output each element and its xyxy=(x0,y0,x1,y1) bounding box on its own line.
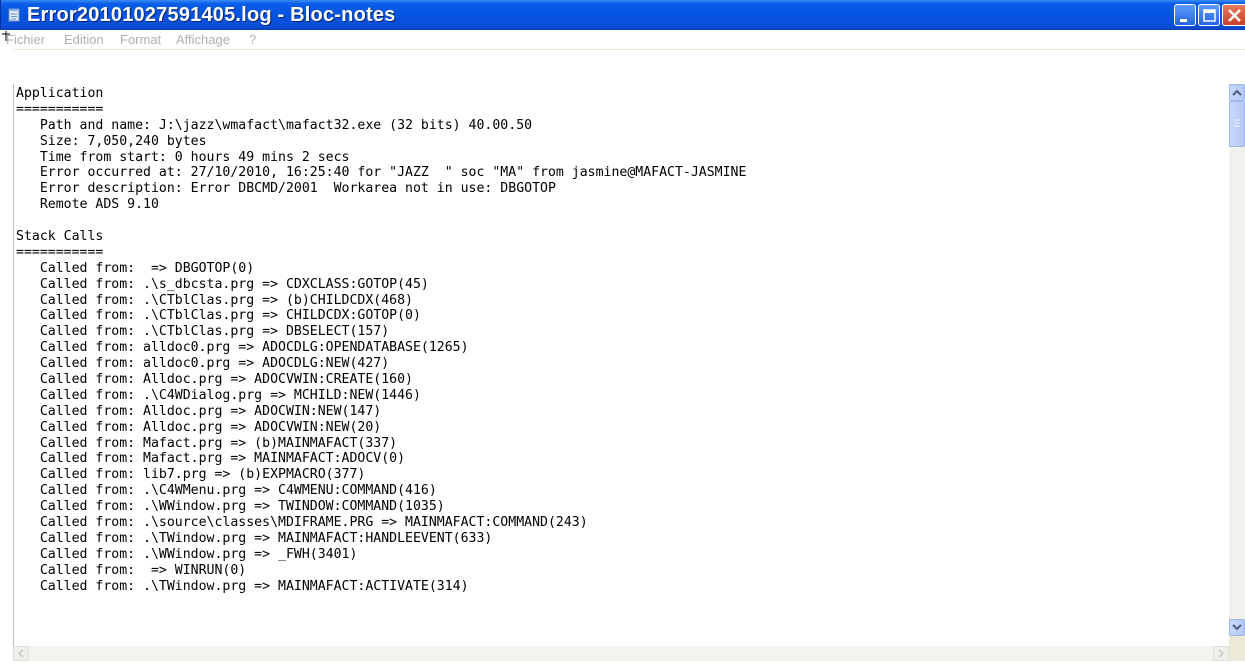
scroll-down-button[interactable] xyxy=(1229,619,1245,636)
menu-format[interactable]: Format xyxy=(120,32,161,47)
close-button[interactable] xyxy=(1222,4,1245,26)
editor-line: Called from: .\TWindow.prg => MAINMAFACT… xyxy=(16,530,493,546)
editor-line: Called from: alldoc0.prg => ADOCDLG:NEW(… xyxy=(16,356,390,372)
editor-line: Error occurred at: 27/10/2010, 16:25:40 … xyxy=(16,165,747,181)
editor-line: =========== xyxy=(16,101,104,117)
editor-line: Called from: .\source\classes\MDIFRAME.P… xyxy=(16,515,588,531)
minimize-icon xyxy=(1180,19,1187,22)
chevron-left-icon xyxy=(17,649,24,658)
editor-line: Called from: .\CTblClas.prg => (b)CHILDC… xyxy=(16,292,413,308)
editor-line: Called from: .\CTblClas.prg => CHILDCDX:… xyxy=(16,308,421,324)
scroll-left-button[interactable] xyxy=(13,646,29,661)
window-left-frame xyxy=(0,49,13,661)
vertical-scroll-thumb[interactable] xyxy=(1229,101,1245,147)
editor-line: Called from: lib7.prg => (b)EXPMACRO(377… xyxy=(16,467,366,483)
vertical-scrollbar[interactable] xyxy=(1229,84,1245,636)
editor-line: Called from: Mafact.prg => (b)MAINMAFACT… xyxy=(16,435,398,451)
chevron-right-icon xyxy=(1218,649,1225,658)
menu-bar: Fichier Edition Format Affichage ? xyxy=(0,30,1245,50)
text-cursor-icon xyxy=(2,31,10,41)
scrollbar-corner xyxy=(1229,636,1245,661)
minimize-button[interactable] xyxy=(1174,4,1196,26)
editor-line: Called from: .\s_dbcsta.prg => CDXCLASS:… xyxy=(16,276,429,292)
editor-line: Size: 7,050,240 bytes xyxy=(16,133,207,149)
editor-content[interactable]: Application =========== Path and name: J:… xyxy=(16,86,746,595)
editor-line: Application xyxy=(16,86,104,101)
menu-edition[interactable]: Edition xyxy=(64,32,104,47)
chevron-up-icon xyxy=(1232,89,1242,96)
scroll-up-button[interactable] xyxy=(1229,84,1245,101)
notepad-icon[interactable] xyxy=(7,8,21,22)
chevron-down-icon xyxy=(1232,624,1242,631)
editor-line: Called from: .\CTblClas.prg => DBSELECT(… xyxy=(16,324,390,340)
menu-fichier[interactable]: Fichier xyxy=(6,32,45,47)
editor-line: Called from: Alldoc.prg => ADOCVWIN:NEW(… xyxy=(16,419,382,435)
editor-line: Stack Calls xyxy=(16,229,104,245)
horizontal-scrollbar[interactable] xyxy=(13,646,1229,661)
editor-line: Called from: .\C4WDialog.prg => MCHILD:N… xyxy=(16,387,421,403)
editor-line: Called from: Alldoc.prg => ADOCVWIN:CREA… xyxy=(16,372,413,388)
window-title: Error20101027591405.log - Bloc-notes xyxy=(27,4,396,26)
editor-line: Time from start: 0 hours 49 mins 2 secs xyxy=(16,149,350,165)
menu-affichage[interactable]: Affichage xyxy=(176,32,230,47)
maximize-icon xyxy=(1203,9,1216,22)
editor-line: Called from: .\WWindow.prg => TWINDOW:CO… xyxy=(16,499,445,515)
scroll-right-button[interactable] xyxy=(1213,646,1229,661)
editor-line: Remote ADS 9.10 xyxy=(16,197,159,213)
notepad-window: Error20101027591405.log - Bloc-notes Fic… xyxy=(0,0,1245,661)
close-icon xyxy=(1228,9,1241,22)
grip-icon xyxy=(1234,119,1240,127)
menu-help[interactable]: ? xyxy=(249,32,256,47)
editor-line: Called from: alldoc0.prg => ADOCDLG:OPEN… xyxy=(16,340,469,356)
editor-line: Called from: => DBGOTOP(0) xyxy=(16,260,255,276)
title-bar[interactable]: Error20101027591405.log - Bloc-notes xyxy=(0,0,1245,30)
editor-line: Called from: => WINRUN(0) xyxy=(16,562,247,578)
editor-line: Path and name: J:\jazz\wmafact\mafact32.… xyxy=(16,117,533,133)
editor-line: Called from: Mafact.prg => MAINMAFACT:AD… xyxy=(16,451,406,467)
editor-line: Called from: .\WWindow.prg => _FWH(3401) xyxy=(16,546,358,562)
editor-line: Called from: .\TWindow.prg => MAINMAFACT… xyxy=(16,578,469,594)
editor-line: Called from: .\C4WMenu.prg => C4WMENU:CO… xyxy=(16,483,437,499)
maximize-button[interactable] xyxy=(1198,4,1220,26)
editor-line: Error description: Error DBCMD/2001 Work… xyxy=(16,181,556,197)
editor-line: =========== xyxy=(16,244,104,260)
editor-line: Called from: Alldoc.prg => ADOCWIN:NEW(1… xyxy=(16,403,382,419)
